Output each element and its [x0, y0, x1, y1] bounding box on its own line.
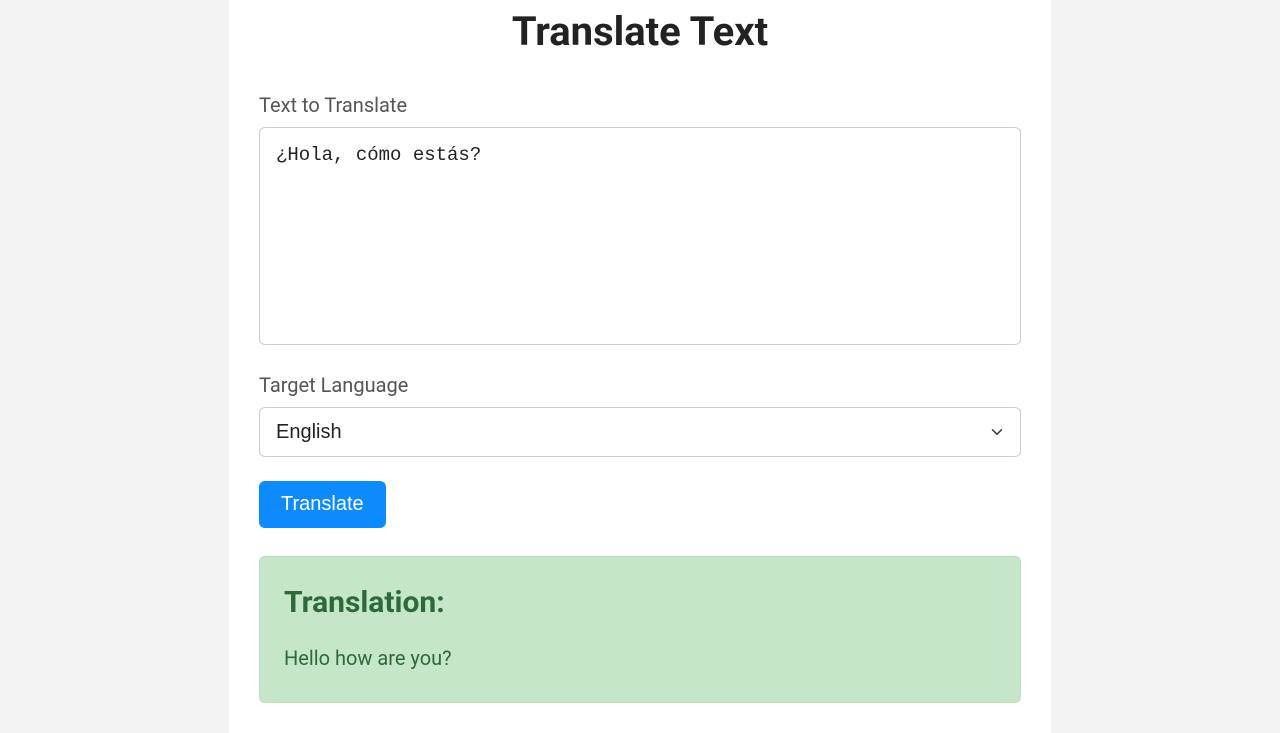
translation-result-heading: Translation: [284, 585, 996, 620]
page-title: Translate Text [259, 8, 1021, 55]
language-select-label: Target Language [259, 373, 1021, 397]
main-container: Translate Text Text to Translate Target … [229, 0, 1051, 733]
text-to-translate-input[interactable] [259, 127, 1021, 345]
translation-result-text: Hello how are you? [284, 646, 996, 670]
translation-result-box: Translation: Hello how are you? [259, 556, 1021, 703]
translate-button[interactable]: Translate [259, 481, 386, 528]
language-select-group: Target Language English [259, 373, 1021, 457]
text-input-group: Text to Translate [259, 93, 1021, 349]
text-input-label: Text to Translate [259, 93, 1021, 117]
target-language-select[interactable]: English [259, 407, 1021, 457]
